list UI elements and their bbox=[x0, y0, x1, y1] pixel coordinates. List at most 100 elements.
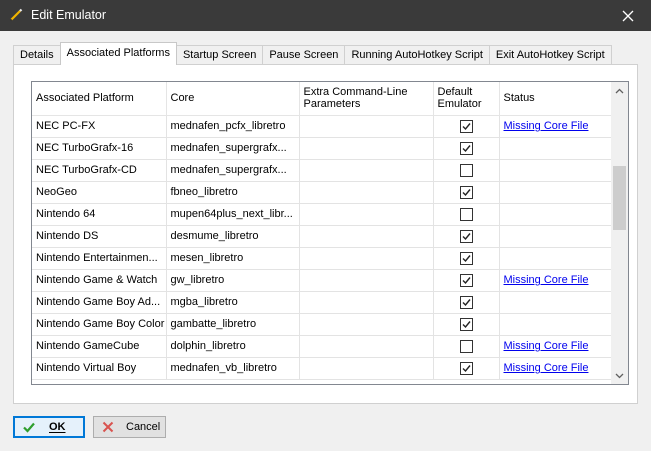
core-cell[interactable]: mesen_libretro bbox=[166, 247, 300, 270]
table-row[interactable]: Nintendo 64 mupen64plus_next_libr... bbox=[32, 203, 614, 226]
platform-cell[interactable]: Nintendo Game Boy Color bbox=[32, 313, 167, 336]
core-cell[interactable]: fbneo_libretro bbox=[166, 181, 300, 204]
core-cell[interactable]: mednafen_supergrafx... bbox=[166, 159, 300, 182]
vertical-scrollbar[interactable] bbox=[611, 82, 628, 384]
default-emulator-cell bbox=[433, 247, 500, 270]
core-cell[interactable]: mednafen_supergrafx... bbox=[166, 137, 300, 160]
default-emulator-checkbox[interactable] bbox=[459, 251, 473, 265]
core-cell[interactable]: gambatte_libretro bbox=[166, 313, 300, 336]
default-emulator-cell bbox=[433, 357, 500, 380]
core-cell[interactable]: gw_libretro bbox=[166, 269, 300, 292]
core-cell[interactable]: mupen64plus_next_libr... bbox=[166, 203, 300, 226]
default-emulator-checkbox[interactable] bbox=[459, 141, 473, 155]
chevron-up-icon bbox=[615, 88, 624, 93]
table-row[interactable]: NEC TurboGrafx-16 mednafen_supergrafx... bbox=[32, 137, 614, 160]
default-emulator-checkbox[interactable] bbox=[459, 317, 473, 331]
missing-core-file-link[interactable]: Missing Core File bbox=[504, 274, 589, 286]
core-cell[interactable]: mednafen_vb_libretro bbox=[166, 357, 300, 380]
cancel-button[interactable]: Cancel bbox=[93, 416, 166, 438]
column-header-status[interactable]: Status bbox=[499, 82, 614, 116]
column-header-default[interactable]: Default Emulator bbox=[433, 82, 500, 116]
status-cell bbox=[499, 247, 614, 270]
missing-core-file-link[interactable]: Missing Core File bbox=[504, 120, 589, 132]
table-row[interactable]: Nintendo Game & Watch gw_libretro Missing … bbox=[32, 269, 614, 292]
default-emulator-cell bbox=[433, 115, 500, 138]
status-cell: Missing Core File bbox=[499, 115, 614, 138]
platform-cell[interactable]: Nintendo DS bbox=[32, 225, 167, 248]
default-emulator-checkbox[interactable] bbox=[459, 163, 473, 177]
default-emulator-cell bbox=[433, 225, 500, 248]
platform-cell[interactable]: Nintendo 64 bbox=[32, 203, 167, 226]
table-row[interactable]: Nintendo GameCube dolphin_libretro Missing… bbox=[32, 335, 614, 358]
table-row[interactable]: Nintendo Entertainmen... mesen_libretro bbox=[32, 247, 614, 270]
params-cell[interactable] bbox=[299, 313, 434, 336]
params-cell[interactable] bbox=[299, 115, 434, 138]
tab-pause-screen[interactable]: Pause Screen bbox=[262, 45, 346, 65]
tab-startup-screen[interactable]: Startup Screen bbox=[175, 45, 264, 65]
platform-cell[interactable]: Nintendo Virtual Boy bbox=[32, 357, 167, 380]
default-emulator-checkbox[interactable] bbox=[459, 295, 473, 309]
pencil-icon bbox=[9, 8, 23, 22]
close-button[interactable] bbox=[605, 0, 651, 31]
core-cell[interactable]: mednafen_pcfx_libretro bbox=[166, 115, 300, 138]
tab-associated-platforms[interactable]: Associated Platforms bbox=[59, 42, 177, 65]
params-cell[interactable] bbox=[299, 159, 434, 182]
default-emulator-checkbox[interactable] bbox=[459, 207, 473, 221]
scroll-down-button[interactable] bbox=[611, 367, 628, 384]
platform-cell[interactable]: NEC TurboGrafx-16 bbox=[32, 137, 167, 160]
default-emulator-cell bbox=[433, 335, 500, 358]
table-row[interactable]: Nintendo Virtual Boy mednafen_vb_libretro… bbox=[32, 357, 614, 380]
platform-cell[interactable]: Nintendo Entertainmen... bbox=[32, 247, 167, 270]
scroll-up-button[interactable] bbox=[611, 82, 628, 99]
table-row[interactable]: NEC TurboGrafx-CD mednafen_supergrafx... bbox=[32, 159, 614, 182]
default-emulator-checkbox[interactable] bbox=[459, 229, 473, 243]
missing-core-file-link[interactable]: Missing Core File bbox=[504, 340, 589, 352]
window-title: Edit Emulator bbox=[31, 8, 107, 22]
ok-button[interactable]: OK bbox=[13, 416, 85, 438]
close-icon bbox=[622, 10, 634, 21]
checkmark-icon bbox=[23, 422, 35, 433]
core-cell[interactable]: desmume_libretro bbox=[166, 225, 300, 248]
table-row[interactable]: NeoGeo fbneo_libretro bbox=[32, 181, 614, 204]
tab-exit-autohotkey-script[interactable]: Exit AutoHotkey Script bbox=[488, 45, 612, 65]
params-cell[interactable] bbox=[299, 335, 434, 358]
core-cell[interactable]: mgba_libretro bbox=[166, 291, 300, 314]
default-emulator-checkbox[interactable] bbox=[459, 361, 473, 375]
params-cell[interactable] bbox=[299, 357, 434, 380]
platform-cell[interactable]: NeoGeo bbox=[32, 181, 167, 204]
params-cell[interactable] bbox=[299, 269, 434, 292]
status-cell bbox=[499, 203, 614, 226]
header-row: Associated Platform Core Extra Command-L… bbox=[32, 82, 614, 116]
tab-running-autohotkey-script[interactable]: Running AutoHotkey Script bbox=[344, 45, 490, 65]
platforms-table: Associated Platform Core Extra Command-L… bbox=[32, 82, 614, 380]
params-cell[interactable] bbox=[299, 225, 434, 248]
platform-cell[interactable]: NEC PC-FX bbox=[32, 115, 167, 138]
tab-details[interactable]: Details bbox=[13, 45, 61, 65]
table-row[interactable]: Nintendo Game Boy Color gambatte_libretro bbox=[32, 313, 614, 336]
platform-cell[interactable]: Nintendo Game Boy Ad... bbox=[32, 291, 167, 314]
params-cell[interactable] bbox=[299, 181, 434, 204]
platform-cell[interactable]: Nintendo Game & Watch bbox=[32, 269, 167, 292]
column-header-params[interactable]: Extra Command-Line Parameters bbox=[299, 82, 434, 116]
missing-core-file-link[interactable]: Missing Core File bbox=[504, 362, 589, 374]
default-emulator-checkbox[interactable] bbox=[459, 339, 473, 353]
default-emulator-cell bbox=[433, 269, 500, 292]
platform-cell[interactable]: NEC TurboGrafx-CD bbox=[32, 159, 167, 182]
table-row[interactable]: Nintendo DS desmume_libretro bbox=[32, 225, 614, 248]
default-emulator-checkbox[interactable] bbox=[459, 119, 473, 133]
table-row[interactable]: NEC PC-FX mednafen_pcfx_libretro Missing C… bbox=[32, 115, 614, 138]
scrollbar-thumb[interactable] bbox=[613, 166, 626, 230]
params-cell[interactable] bbox=[299, 247, 434, 270]
column-header-platform[interactable]: Associated Platform bbox=[32, 82, 167, 116]
params-cell[interactable] bbox=[299, 137, 434, 160]
default-emulator-checkbox[interactable] bbox=[459, 273, 473, 287]
checkmark-icon bbox=[462, 320, 471, 328]
params-cell[interactable] bbox=[299, 203, 434, 226]
platforms-grid[interactable]: Associated Platform Core Extra Command-L… bbox=[31, 81, 629, 385]
default-emulator-checkbox[interactable] bbox=[459, 185, 473, 199]
platform-cell[interactable]: Nintendo GameCube bbox=[32, 335, 167, 358]
table-row[interactable]: Nintendo Game Boy Ad... mgba_libretro bbox=[32, 291, 614, 314]
params-cell[interactable] bbox=[299, 291, 434, 314]
core-cell[interactable]: dolphin_libretro bbox=[166, 335, 300, 358]
column-header-core[interactable]: Core bbox=[166, 82, 300, 116]
